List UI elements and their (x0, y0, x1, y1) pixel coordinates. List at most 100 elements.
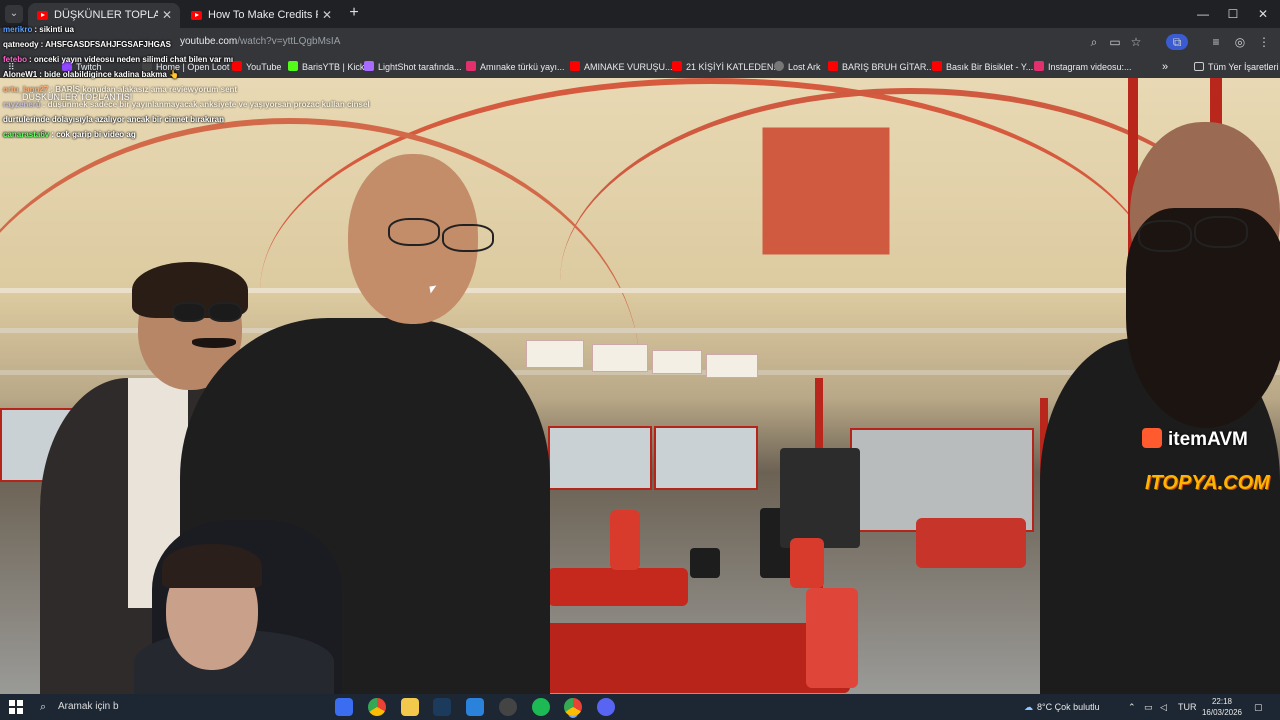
weather-widget[interactable]: ☁ 8°C Çok bulutlu (1024, 694, 1100, 720)
garage-window (654, 426, 758, 490)
maximize-button[interactable]: ☐ (1218, 0, 1248, 28)
windows-start-icon[interactable] (9, 700, 23, 714)
language-indicator[interactable]: TUR (1178, 694, 1197, 720)
bookmark-label: BARIŞ BRUH GİTAR... (842, 62, 934, 72)
chat-message: durtulerinde dolayısıyla azalıyor ancak … (3, 112, 370, 127)
new-tab-button[interactable]: + (345, 4, 363, 22)
lostark-icon (774, 61, 784, 71)
chat-username: canarasta6v (3, 130, 50, 139)
chat-message: fetebo: onceki yayın videosu neden silim… (3, 52, 370, 67)
chat-message: qatneody: AHSFGASDFSAHJFGSAFJHGAS (3, 37, 370, 52)
go-kart (540, 623, 850, 693)
system-clock[interactable]: 22:18 16/03/2026 (1196, 696, 1248, 718)
wall-sign (592, 344, 648, 372)
tray-overflow-icon[interactable]: ⌃ (1128, 694, 1136, 720)
youtube-icon (672, 61, 682, 71)
bookmark-item[interactable]: LightShot tarafında... (364, 60, 462, 74)
garage-window (850, 428, 1034, 532)
chat-username: fetebo (3, 55, 27, 64)
chat-message: canarasta6v: cok garip bi video ag (3, 127, 370, 142)
shopping-bag-icon (1142, 428, 1162, 448)
eyeglasses (388, 218, 440, 246)
tire-stack (690, 548, 720, 578)
bookmark-label: 21 KİŞİYİ KATLEDEN... (686, 62, 781, 72)
search-icon: ⌕ (40, 701, 47, 713)
bookmark-label: Lost Ark (788, 62, 821, 72)
all-bookmarks-label: Tüm Yer İşaretleri (1208, 62, 1279, 72)
download-app-icon[interactable] (466, 698, 484, 716)
menu-kebab-icon[interactable]: ⋮ (1256, 34, 1272, 50)
eyeglasses (442, 224, 494, 252)
spotify-icon[interactable] (532, 698, 550, 716)
chat-text: : bide olabildigince kadina bakma 👆 (39, 70, 180, 79)
bookmark-label: Amınake türkü yayı... (480, 62, 565, 72)
bookmark-label: AMINAKE VURUŞU... (584, 62, 673, 72)
sponsor-1-text: itemAVM (1168, 429, 1248, 450)
volume-icon[interactable]: ◁ (1160, 694, 1167, 720)
go-kart (548, 568, 688, 606)
chrome-icon[interactable] (368, 698, 386, 716)
steam-icon[interactable] (433, 698, 451, 716)
obs-icon[interactable] (499, 698, 517, 716)
bookmark-star-icon[interactable]: ☆ (1128, 34, 1144, 50)
bookmark-item[interactable]: Amınake türkü yayı... (466, 60, 565, 74)
bookmark-item[interactable]: Instagram videosu:... (1034, 60, 1132, 74)
store-icon[interactable] (335, 698, 353, 716)
bookmark-item[interactable]: Lost Ark (774, 60, 821, 74)
kart-seat-number-7 (806, 588, 858, 688)
cloud-icon: ☁ (1024, 702, 1033, 712)
chat-username: qatneody (3, 40, 39, 49)
chat-message: merikro: sikinti ua (3, 22, 370, 37)
eyeglasses (1138, 220, 1192, 252)
streamer-webcam (118, 520, 348, 694)
all-bookmarks-folder[interactable]: Tüm Yer İşaretleri (1194, 60, 1279, 74)
mouse-cursor-icon (429, 285, 438, 294)
weather-text: 8°C Çok bulutlu (1037, 702, 1100, 712)
youtube-icon (932, 61, 942, 71)
bookmark-label: Basık Bir Bisiklet - Y... (946, 62, 1034, 72)
instagram-icon (466, 61, 476, 71)
go-kart (916, 518, 1026, 568)
taskbar-search-box[interactable]: ⌕ Aramak için b (36, 696, 122, 718)
chat-text: : AHSFGASDFSAHJFGSAFJHGAS (40, 40, 171, 49)
minimize-button[interactable]: — (1188, 0, 1218, 28)
chat-text: : sikinti ua (34, 25, 74, 34)
chat-text: : onceki yayın videosu neden silimdi cha… (29, 55, 234, 64)
stream-chat-overlay: merikro: sikinti ua qatneody: AHSFGASDFS… (3, 22, 370, 142)
close-window-button[interactable]: ✕ (1248, 0, 1278, 28)
itemavm-logo: itemAVM (1142, 428, 1248, 451)
video-overlay-title: DÜŞKÜNLER TOPLANTISI (22, 92, 133, 102)
kart-seat (790, 538, 824, 588)
file-explorer-icon[interactable] (401, 698, 419, 716)
chat-text: : cok garip bi video ag (51, 130, 136, 139)
media-controls-icon[interactable]: ≡ (1208, 34, 1224, 50)
sunglasses (208, 302, 242, 322)
youtube-icon (828, 61, 838, 71)
instagram-icon (1034, 61, 1044, 71)
machine (780, 448, 860, 548)
bookmark-label: LightShot tarafında... (378, 62, 462, 72)
search-placeholder: Aramak için b (58, 701, 119, 712)
bookmark-item[interactable]: 21 KİŞİYİ KATLEDEN... (672, 60, 781, 74)
chat-text: durtulerinde dolayısıyla azalıyor ancak … (3, 115, 224, 124)
tab-search-button[interactable]: ⌄ (5, 5, 23, 23)
bookmark-item[interactable]: AMINAKE VURUŞU... (570, 60, 673, 74)
windows-taskbar: ⌕ Aramak için b ☁ 8°C Çok bulutlu ⌃ ▭ ◁ T… (0, 694, 1280, 720)
chrome-active-icon[interactable] (564, 698, 582, 716)
bookmarks-overflow-button[interactable]: » (1162, 60, 1168, 74)
bookmark-item[interactable]: Basık Bir Bisiklet - Y... (932, 60, 1033, 74)
chat-username: merikro (3, 25, 33, 34)
video-player[interactable]: itemAVM ITOPYA.COM (0, 78, 1280, 694)
cast-icon[interactable]: ▭ (1107, 34, 1123, 50)
eyeglasses (1194, 216, 1248, 248)
network-icon[interactable]: ▭ (1144, 694, 1153, 720)
garage-window (548, 426, 652, 490)
notifications-icon[interactable]: ▢ (1254, 694, 1263, 720)
discord-icon[interactable] (597, 698, 615, 716)
profile-icon[interactable]: ◎ (1232, 34, 1248, 50)
youtube-icon (570, 61, 580, 71)
bookmark-label: Instagram videosu:... (1048, 62, 1132, 72)
bookmark-item[interactable]: BARIŞ BRUH GİTAR... (828, 60, 934, 74)
extensions-icon[interactable]: ⧉ (1166, 34, 1188, 50)
zoom-icon[interactable]: ⌕ (1086, 34, 1102, 50)
